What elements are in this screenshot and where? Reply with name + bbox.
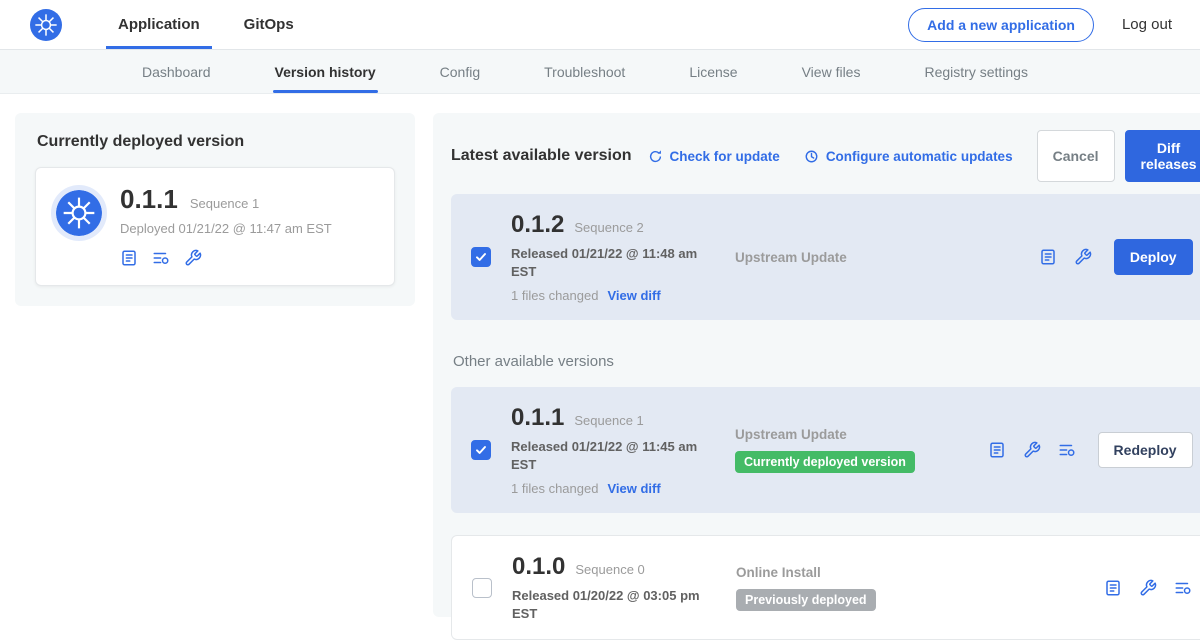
latest-version-header: Latest available version Check for updat… (451, 130, 1200, 182)
version-actions: Deploy (1039, 239, 1193, 275)
checkbox-check-icon (474, 250, 488, 264)
view-diff-link[interactable]: View diff (607, 481, 660, 496)
version-sequence: Sequence 1 (574, 413, 643, 428)
kubernetes-logo (30, 9, 62, 41)
version-released: Released 01/20/22 @ 03:05 pm EST (512, 587, 702, 622)
version-info: 0.1.0 Sequence 0 Released 01/20/22 @ 03:… (512, 553, 730, 622)
tab-config[interactable]: Config (438, 50, 482, 93)
version-sequence: Sequence 0 (575, 562, 644, 577)
deployed-sequence: Sequence 1 (190, 196, 259, 211)
version-released: Released 01/21/22 @ 11:45 am EST (511, 438, 701, 473)
version-source: Online Install (736, 565, 1104, 580)
release-notes-icon[interactable] (120, 249, 138, 267)
deployed-version-card: 0.1.1 Sequence 1 Deployed 01/21/22 @ 11:… (35, 167, 395, 286)
deployed-version-details: 0.1.1 Sequence 1 Deployed 01/21/22 @ 11:… (120, 184, 332, 267)
version-number: 0.1.0 (512, 553, 565, 581)
nav-application[interactable]: Application (96, 0, 222, 49)
tab-registry-settings-label: Registry settings (924, 64, 1027, 80)
version-row: 0.1.0 Sequence 0 Released 01/20/22 @ 03:… (451, 535, 1200, 640)
app-icon (56, 190, 102, 236)
diff-mode-buttons: Cancel Diff releases (1037, 130, 1200, 182)
refresh-icon (648, 149, 663, 164)
currently-deployed-badge: Currently deployed version (735, 451, 915, 473)
top-header: Application GitOps Add a new application… (0, 0, 1200, 50)
release-notes-icon[interactable] (1104, 579, 1122, 597)
version-number: 0.1.1 (511, 404, 564, 432)
header-right: Add a new application Log out (908, 8, 1172, 42)
configure-updates-label: Configure automatic updates (826, 149, 1013, 164)
tab-troubleshoot-label: Troubleshoot (544, 64, 625, 80)
tab-registry-settings[interactable]: Registry settings (922, 50, 1029, 93)
nav-application-label: Application (118, 16, 200, 33)
tab-dashboard[interactable]: Dashboard (140, 50, 213, 93)
deploy-button[interactable]: Deploy (1114, 239, 1193, 275)
diff-releases-button[interactable]: Diff releases (1125, 130, 1200, 182)
version-source: Upstream Update (735, 250, 1039, 265)
version-row: 0.1.1 Sequence 1 Released 01/21/22 @ 11:… (451, 387, 1200, 513)
release-notes-icon[interactable] (1039, 248, 1057, 266)
previously-deployed-badge: Previously deployed (736, 589, 876, 611)
version-released: Released 01/21/22 @ 11:48 am EST (511, 245, 701, 280)
edit-config-icon[interactable] (1139, 579, 1157, 597)
version-info: 0.1.1 Sequence 1 Released 01/21/22 @ 11:… (511, 404, 729, 496)
tab-troubleshoot[interactable]: Troubleshoot (542, 50, 627, 93)
currently-deployed-title: Currently deployed version (37, 133, 395, 151)
check-for-update-link[interactable]: Check for update (648, 149, 780, 164)
tab-version-history[interactable]: Version history (273, 50, 378, 93)
version-history-panel: Latest available version Check for updat… (433, 113, 1200, 617)
tab-license[interactable]: License (687, 50, 739, 93)
checkbox-check-icon (474, 443, 488, 457)
tab-dashboard-label: Dashboard (142, 64, 211, 80)
deployed-actions (120, 249, 332, 267)
latest-version-title: Latest available version (451, 147, 632, 165)
redeploy-button[interactable]: Redeploy (1098, 432, 1193, 468)
logout-link[interactable]: Log out (1122, 16, 1172, 33)
diff-icon[interactable] (1058, 441, 1076, 459)
app-subnav: Dashboard Version history Config Trouble… (0, 50, 1200, 94)
version-source: Upstream Update (735, 427, 988, 442)
tab-license-label: License (689, 64, 737, 80)
deployed-timestamp: Deployed 01/21/22 @ 11:47 am EST (120, 221, 332, 236)
nav-gitops-label: GitOps (244, 16, 294, 33)
nav-gitops[interactable]: GitOps (222, 0, 316, 49)
edit-config-icon[interactable] (1074, 248, 1092, 266)
tab-version-history-label: Version history (275, 64, 376, 80)
version-select-checkbox[interactable] (472, 578, 492, 598)
view-diff-link[interactable]: View diff (607, 288, 660, 303)
add-application-button[interactable]: Add a new application (908, 8, 1094, 42)
edit-config-icon[interactable] (184, 249, 202, 267)
release-notes-icon[interactable] (988, 441, 1006, 459)
clock-icon (804, 149, 819, 164)
tab-view-files-label: View files (802, 64, 861, 80)
tab-view-files[interactable]: View files (800, 50, 863, 93)
version-actions: Redeploy (988, 432, 1193, 468)
version-info: 0.1.2 Sequence 2 Released 01/21/22 @ 11:… (511, 211, 729, 303)
diff-icon[interactable] (152, 249, 170, 267)
files-changed: 1 files changed (511, 288, 598, 303)
version-source-col: Online Install Previously deployed (730, 565, 1104, 611)
check-for-update-label: Check for update (670, 149, 780, 164)
version-row: 0.1.2 Sequence 2 Released 01/21/22 @ 11:… (451, 194, 1200, 320)
version-sequence: Sequence 2 (574, 220, 643, 235)
version-source-col: Upstream Update Currently deployed versi… (729, 427, 988, 473)
version-select-checkbox[interactable] (471, 247, 491, 267)
cancel-button[interactable]: Cancel (1037, 130, 1115, 182)
edit-config-icon[interactable] (1023, 441, 1041, 459)
top-nav: Application GitOps (96, 0, 316, 49)
files-changed: 1 files changed (511, 481, 598, 496)
version-select-checkbox[interactable] (471, 440, 491, 460)
currently-deployed-card: Currently deployed version 0.1.1 Sequenc… (15, 113, 415, 306)
version-number: 0.1.2 (511, 211, 564, 239)
main-content: Currently deployed version 0.1.1 Sequenc… (0, 94, 1200, 617)
other-versions-title: Other available versions (453, 353, 1200, 370)
version-actions (1104, 579, 1192, 597)
tab-config-label: Config (440, 64, 480, 80)
version-source-col: Upstream Update (729, 250, 1039, 265)
diff-icon[interactable] (1174, 579, 1192, 597)
deployed-version-number: 0.1.1 (120, 184, 178, 215)
configure-updates-link[interactable]: Configure automatic updates (804, 149, 1013, 164)
